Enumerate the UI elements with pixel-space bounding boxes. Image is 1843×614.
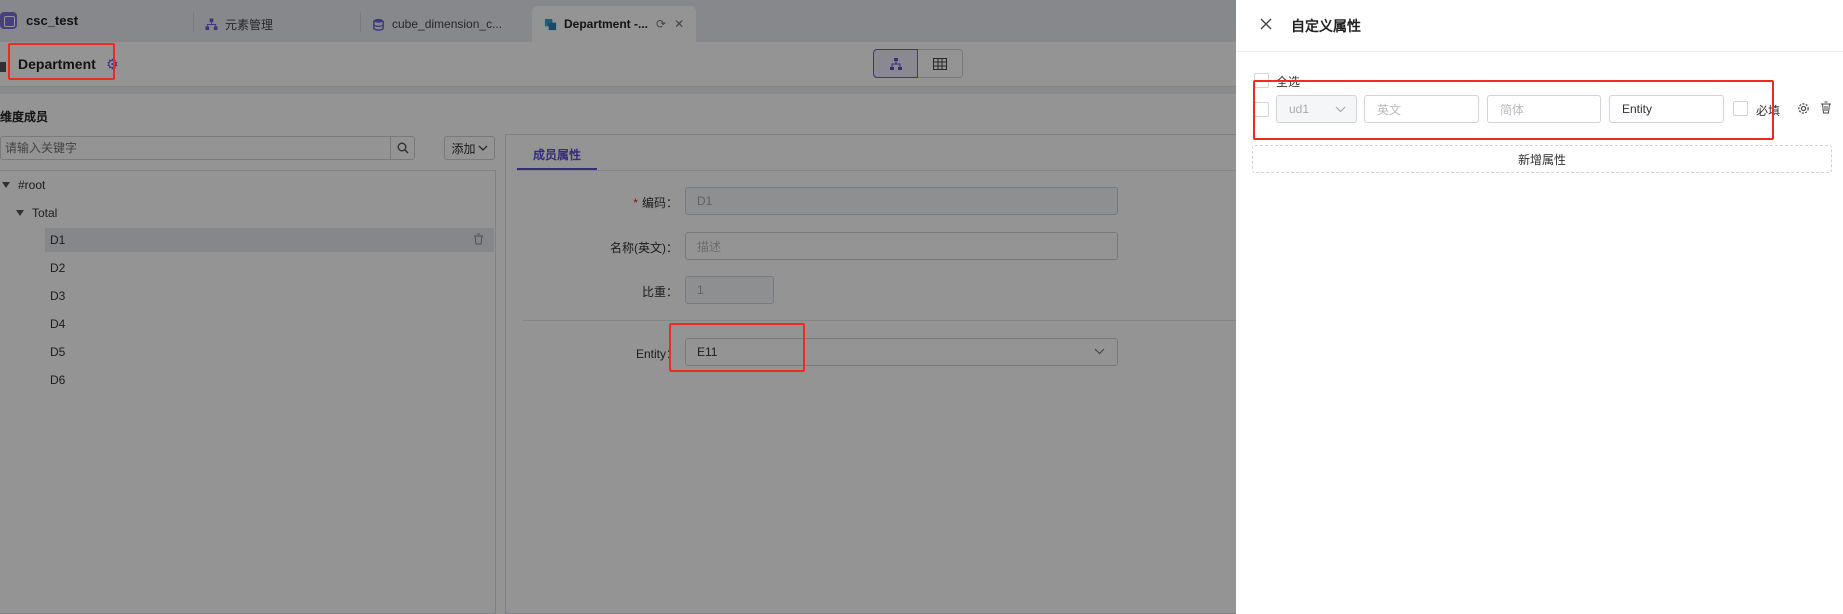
trash-icon[interactable]	[1820, 101, 1832, 114]
add-property-button[interactable]: 新增属性	[1252, 145, 1832, 173]
close-icon[interactable]	[1258, 16, 1274, 32]
custom-attributes-drawer: 自定义属性 全选 ud1 英文 简体 Entity 必填 新增属性	[1236, 0, 1843, 614]
highlight-box	[1253, 80, 1774, 140]
drawer-divider	[1236, 51, 1843, 52]
gear-icon[interactable]	[1797, 102, 1810, 115]
drawer-title: 自定义属性	[1291, 18, 1361, 34]
highlight-box	[669, 323, 805, 372]
highlight-box	[8, 43, 115, 80]
